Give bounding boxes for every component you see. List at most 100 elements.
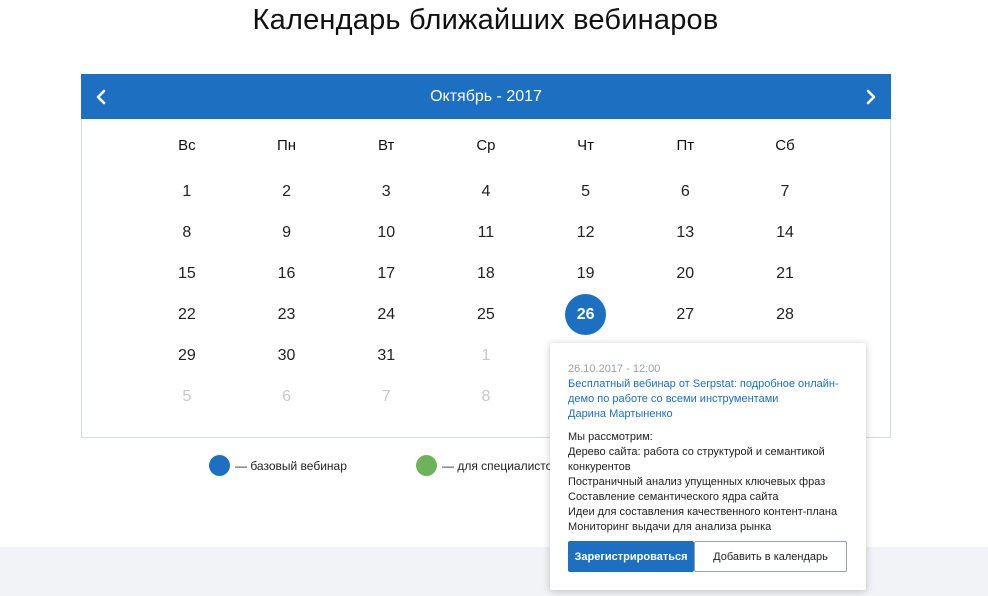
day-number: 8: [481, 387, 491, 405]
calendar-day: 10: [336, 224, 436, 242]
calendar-day: 6: [635, 183, 735, 201]
desc-line: Мы рассмотрим:: [568, 431, 653, 443]
desc-line: Составление семантического ядра сайта: [568, 491, 779, 503]
calendar-week-row: 8 9 10 11 12 13 14: [82, 212, 890, 253]
event-datetime: 26.10.2017 - 12:00: [568, 363, 661, 375]
day-number: 13: [676, 223, 695, 241]
day-number: 26: [565, 294, 607, 335]
calendar-week-row: 1 2 3 4 5 6 7: [82, 171, 890, 212]
calendar-day: 7: [336, 388, 436, 406]
calendar-day: 16: [237, 265, 337, 283]
day-number: 3: [381, 182, 391, 200]
add-to-calendar-button[interactable]: Добавить в календарь: [694, 541, 847, 572]
calendar-day: 3: [336, 183, 436, 201]
calendar-day: 18: [436, 265, 536, 283]
day-number: 14: [776, 223, 794, 241]
day-number: 11: [477, 223, 495, 241]
calendar-day: 22: [137, 306, 237, 324]
calendar-day: 8: [137, 224, 237, 242]
day-number: 24: [377, 305, 396, 323]
calendar-day: 27: [635, 306, 735, 324]
day-number: 22: [177, 305, 196, 323]
event-description: Мы рассмотрим: Дерево сайта: работа со с…: [568, 430, 848, 535]
calendar-week-row: 15 16 17 18 19 20 21: [82, 253, 890, 294]
calendar-day: 1: [137, 183, 237, 201]
calendar-day: 12: [536, 224, 636, 242]
prev-month-button[interactable]: [81, 74, 121, 119]
weekday-label: Ср: [476, 136, 496, 154]
calendar-day: 7: [735, 183, 835, 201]
calendar-day: 13: [635, 224, 735, 242]
calendar-day: 30: [237, 347, 337, 365]
calendar-day: 15: [137, 265, 237, 283]
event-title-link[interactable]: Бесплатный вебинар от Serpstat: подробно…: [568, 377, 848, 407]
weekday-row: Вс Пн Вт Ср Чт Пт Сб: [82, 119, 890, 171]
day-number: 20: [676, 264, 695, 282]
calendar-day: 8: [436, 388, 536, 406]
next-month-button[interactable]: [851, 74, 891, 119]
day-number: 4: [481, 182, 491, 200]
calendar-day: 23: [237, 306, 337, 324]
calendar-day: 6: [237, 388, 337, 406]
calendar-day: 2: [237, 183, 337, 201]
weekday-label: Вт: [378, 136, 395, 154]
legend-basic: — базовый вебинар: [209, 455, 347, 476]
day-number: 15: [177, 264, 196, 282]
day-number: 1: [481, 346, 491, 364]
day-number: 17: [377, 264, 396, 282]
day-number: 9: [282, 223, 291, 241]
day-number: 8: [182, 223, 192, 241]
day-number: 7: [381, 387, 391, 405]
calendar-day: 24: [336, 306, 436, 324]
calendar-day: 5: [536, 183, 636, 201]
weekday-label: Вс: [178, 136, 196, 154]
desc-line: Идеи для составления качественного конте…: [568, 506, 838, 518]
page-title: Календарь ближайших вебинаров: [252, 4, 719, 36]
calendar-month-label: Октябрь - 2017: [430, 87, 542, 105]
calendar-day: 19: [536, 265, 636, 283]
calendar-day: 4: [436, 183, 536, 201]
day-number: 29: [177, 346, 196, 364]
calendar-day: 5: [137, 388, 237, 406]
calendar-day: 21: [735, 265, 835, 283]
desc-line: Постраничный анализ упущенных ключевых ф…: [568, 476, 826, 488]
calendar-header: Октябрь - 2017: [81, 74, 891, 119]
legend-basic-dot: [209, 455, 230, 476]
popup-actions: Зарегистрироваться Добавить в календарь: [568, 541, 847, 572]
calendar-day: 11: [436, 224, 536, 242]
day-number: 18: [477, 264, 495, 282]
day-number: 21: [776, 264, 794, 282]
calendar-day: 29: [137, 347, 237, 365]
chevron-left-icon: [96, 89, 106, 104]
day-number: 25: [477, 305, 495, 323]
day-number: 19: [576, 264, 595, 282]
desc-line: Дерево сайта: работа со структурой и сем…: [568, 446, 825, 473]
day-number: 6: [282, 387, 291, 405]
day-number: 5: [581, 182, 591, 200]
day-number: 6: [680, 182, 690, 200]
day-number: 5: [182, 387, 192, 405]
desc-line: Мониторинг выдачи для анализа рынка: [568, 521, 772, 533]
calendar-week-row: 22 23 24 25 26 27 28: [82, 294, 890, 335]
day-number: 16: [277, 264, 296, 282]
day-number: 30: [277, 346, 296, 364]
calendar-day: 28: [735, 306, 835, 324]
day-number: 7: [780, 182, 790, 200]
calendar-day: 9: [237, 224, 337, 242]
weekday-label: Пн: [276, 136, 297, 154]
weekday-label: Пт: [676, 136, 695, 154]
day-number: 2: [282, 182, 291, 200]
day-number: 27: [676, 305, 695, 323]
legend-specialist-label: — для специалистов: [442, 458, 559, 473]
event-speaker-link[interactable]: Дарина Мартыненко: [568, 407, 848, 422]
day-number: 1: [182, 182, 192, 200]
weekday-label: Сб: [775, 136, 795, 154]
calendar-day: 20: [635, 265, 735, 283]
calendar-day: 14: [735, 224, 835, 242]
weekday-label: Чт: [577, 136, 595, 154]
calendar-day: 25: [436, 306, 536, 324]
register-button[interactable]: Зарегистрироваться: [568, 541, 694, 572]
calendar-day-event[interactable]: 26: [536, 294, 636, 335]
calendar-day: 17: [336, 265, 436, 283]
calendar-day: 31: [336, 347, 436, 365]
